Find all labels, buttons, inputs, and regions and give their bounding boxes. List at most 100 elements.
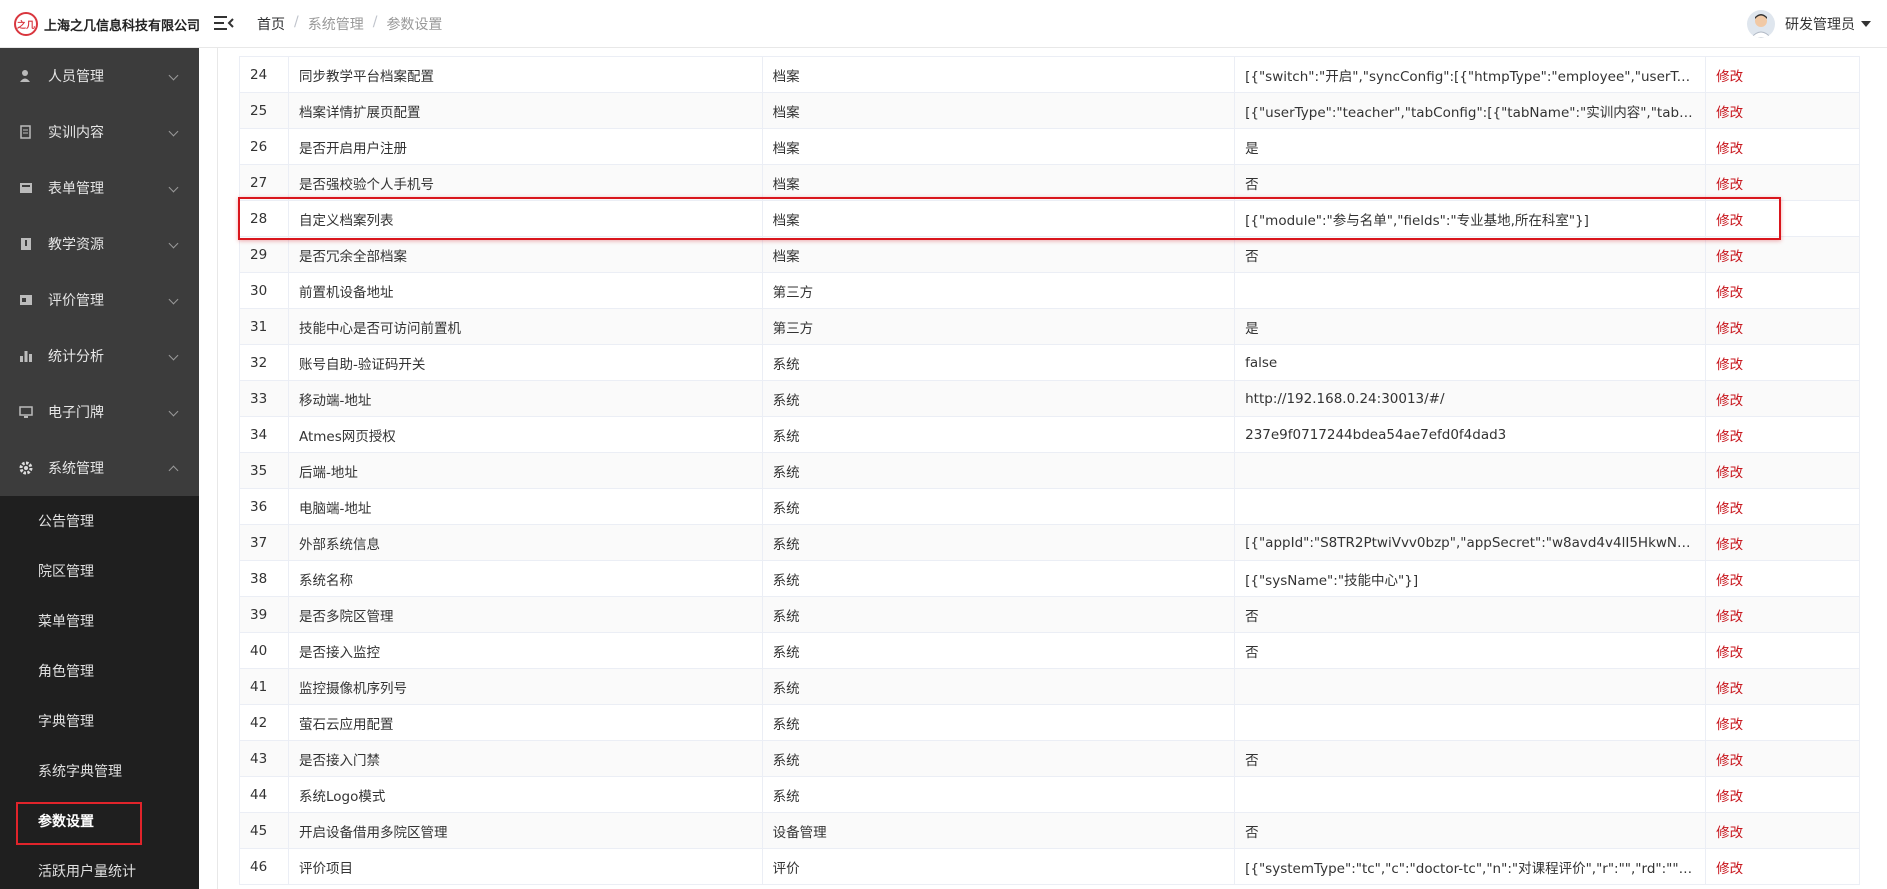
- parameters-table: 24 同步教学平台档案配置 档案 [{"switch":"开启","syncConfi…: [239, 56, 1860, 885]
- sidebar-item-statistics[interactable]: 统计分析: [0, 328, 199, 384]
- submenu-item-active-users[interactable]: 活跃用户量统计: [0, 846, 199, 889]
- param-name: 监控摄像机序列号: [287, 668, 763, 705]
- param-type: 档案: [761, 92, 1236, 129]
- param-value: [{"systemType":"tc","c":"doctor-tc","n":…: [1234, 848, 1707, 885]
- edit-button[interactable]: 修改: [1716, 537, 1743, 553]
- sidebar-item-training[interactable]: 实训内容: [0, 104, 199, 160]
- company-logo[interactable]: 之几 上海之几信息科技有限公司: [14, 11, 200, 37]
- operation-cell: 修改: [1705, 128, 1860, 165]
- edit-button[interactable]: 修改: [1716, 393, 1743, 409]
- param-type: 评价: [761, 848, 1236, 885]
- edit-button[interactable]: 修改: [1716, 69, 1743, 85]
- param-name: 是否多院区管理: [287, 596, 763, 633]
- operation-cell: 修改: [1705, 236, 1860, 273]
- table-row: 43 是否接入门禁 系统否修改: [239, 740, 1860, 777]
- edit-button[interactable]: 修改: [1716, 141, 1743, 157]
- param-name: 系统Logo模式: [287, 776, 763, 813]
- edit-button[interactable]: 修改: [1716, 717, 1743, 733]
- edit-button[interactable]: 修改: [1716, 609, 1743, 625]
- edit-button[interactable]: 修改: [1716, 465, 1743, 481]
- operation-cell: 修改: [1705, 848, 1860, 885]
- edit-button[interactable]: 修改: [1716, 249, 1743, 265]
- top-bar: 之几 上海之几信息科技有限公司 首页 / 系统管理 / 参数设置 研发管理员: [0, 0, 1887, 48]
- param-type: 系统: [761, 416, 1236, 453]
- param-type: 第三方: [761, 308, 1236, 345]
- edit-button[interactable]: 修改: [1716, 321, 1743, 337]
- table-row: 27 是否强校验个人手机号 档案否修改: [239, 164, 1860, 201]
- user-menu[interactable]: 研发管理员: [1747, 10, 1871, 38]
- sidebar-item-personnel[interactable]: 人员管理: [0, 48, 199, 104]
- sidebar-item-system[interactable]: 系统管理: [0, 440, 199, 496]
- submenu-item-system-dictionary[interactable]: 系统字典管理: [0, 746, 199, 796]
- breadcrumb-system[interactable]: 系统管理: [308, 14, 364, 34]
- operation-cell: 修改: [1705, 272, 1860, 309]
- edit-button[interactable]: 修改: [1716, 645, 1743, 661]
- edit-button[interactable]: 修改: [1716, 501, 1743, 517]
- param-name: 是否接入门禁: [287, 740, 763, 777]
- param-name: 萤石云应用配置: [287, 704, 763, 741]
- submenu-item-announcements[interactable]: 公告管理: [0, 496, 199, 546]
- submenu-item-label: 字典管理: [38, 714, 94, 730]
- param-type: 系统: [761, 632, 1236, 669]
- sidebar-item-doorplate[interactable]: 电子门牌: [0, 384, 199, 440]
- param-name: 电脑端-地址: [287, 488, 763, 525]
- param-value: 否: [1234, 812, 1707, 849]
- param-type: 系统: [761, 776, 1236, 813]
- operation-cell: 修改: [1705, 200, 1860, 237]
- sidebar-item-label: 统计分析: [48, 349, 104, 365]
- row-number: 45: [239, 812, 289, 849]
- edit-button[interactable]: 修改: [1716, 861, 1743, 877]
- param-type: 系统: [761, 344, 1236, 381]
- operation-cell: 修改: [1705, 380, 1860, 417]
- edit-button[interactable]: 修改: [1716, 213, 1743, 229]
- form-icon: [18, 180, 34, 196]
- submenu-item-parameters[interactable]: 参数设置: [0, 796, 199, 846]
- param-value: 237e9f0717244bdea54ae7efd0f4dad3: [1234, 416, 1707, 453]
- training-icon: [18, 124, 34, 140]
- submenu-item-campus[interactable]: 院区管理: [0, 546, 199, 596]
- param-value: [{"switch":"开启","syncConfig":[{"htmpType…: [1234, 56, 1707, 93]
- chevron-down-icon: [168, 406, 179, 417]
- table-row: 37 外部系统信息 系统 [{"appId":"S8TR2PtwiVvv0bzp","…: [239, 524, 1860, 561]
- param-type: 第三方: [761, 272, 1236, 309]
- row-number: 35: [239, 452, 289, 489]
- table-row: 45 开启设备借用多院区管理 设备管理否修改: [239, 812, 1860, 849]
- row-number: 43: [239, 740, 289, 777]
- edit-button[interactable]: 修改: [1716, 573, 1743, 589]
- param-type: 档案: [761, 164, 1236, 201]
- operation-cell: 修改: [1705, 164, 1860, 201]
- table-row: 40 是否接入监控 系统否修改: [239, 632, 1860, 669]
- edit-button[interactable]: 修改: [1716, 825, 1743, 841]
- edit-button[interactable]: 修改: [1716, 789, 1743, 805]
- submenu-item-roles[interactable]: 角色管理: [0, 646, 199, 696]
- sidebar-item-label: 评价管理: [48, 293, 104, 309]
- edit-button[interactable]: 修改: [1716, 753, 1743, 769]
- breadcrumb: 首页 / 系统管理 / 参数设置: [257, 14, 442, 34]
- chevron-up-icon: [168, 465, 179, 476]
- param-value: [1234, 272, 1707, 309]
- param-type: 档案: [761, 200, 1236, 237]
- edit-button[interactable]: 修改: [1716, 429, 1743, 445]
- param-value: [{"userType":"teacher","tabConfig":[{"ta…: [1234, 92, 1707, 129]
- monitor-icon: [18, 404, 34, 420]
- table-row: 36 电脑端-地址 系统 修改: [239, 488, 1860, 525]
- table-row: 39 是否多院区管理 系统否修改: [239, 596, 1860, 633]
- submenu-item-dictionary[interactable]: 字典管理: [0, 696, 199, 746]
- param-value: [1234, 776, 1707, 813]
- menu-toggle-icon[interactable]: [214, 14, 234, 32]
- edit-button[interactable]: 修改: [1716, 285, 1743, 301]
- submenu-item-menus[interactable]: 菜单管理: [0, 596, 199, 646]
- edit-button[interactable]: 修改: [1716, 177, 1743, 193]
- param-type: 系统: [761, 560, 1236, 597]
- sidebar-item-forms[interactable]: 表单管理: [0, 160, 199, 216]
- sidebar-item-evaluation[interactable]: 评价管理: [0, 272, 199, 328]
- sidebar-item-resources[interactable]: 教学资源: [0, 216, 199, 272]
- param-value: 否: [1234, 632, 1707, 669]
- table-row: 44 系统Logo模式 系统 修改: [239, 776, 1860, 813]
- edit-button[interactable]: 修改: [1716, 357, 1743, 373]
- edit-button[interactable]: 修改: [1716, 681, 1743, 697]
- breadcrumb-home[interactable]: 首页: [257, 14, 285, 34]
- row-number: 42: [239, 704, 289, 741]
- edit-button[interactable]: 修改: [1716, 105, 1743, 121]
- row-number: 40: [239, 632, 289, 669]
